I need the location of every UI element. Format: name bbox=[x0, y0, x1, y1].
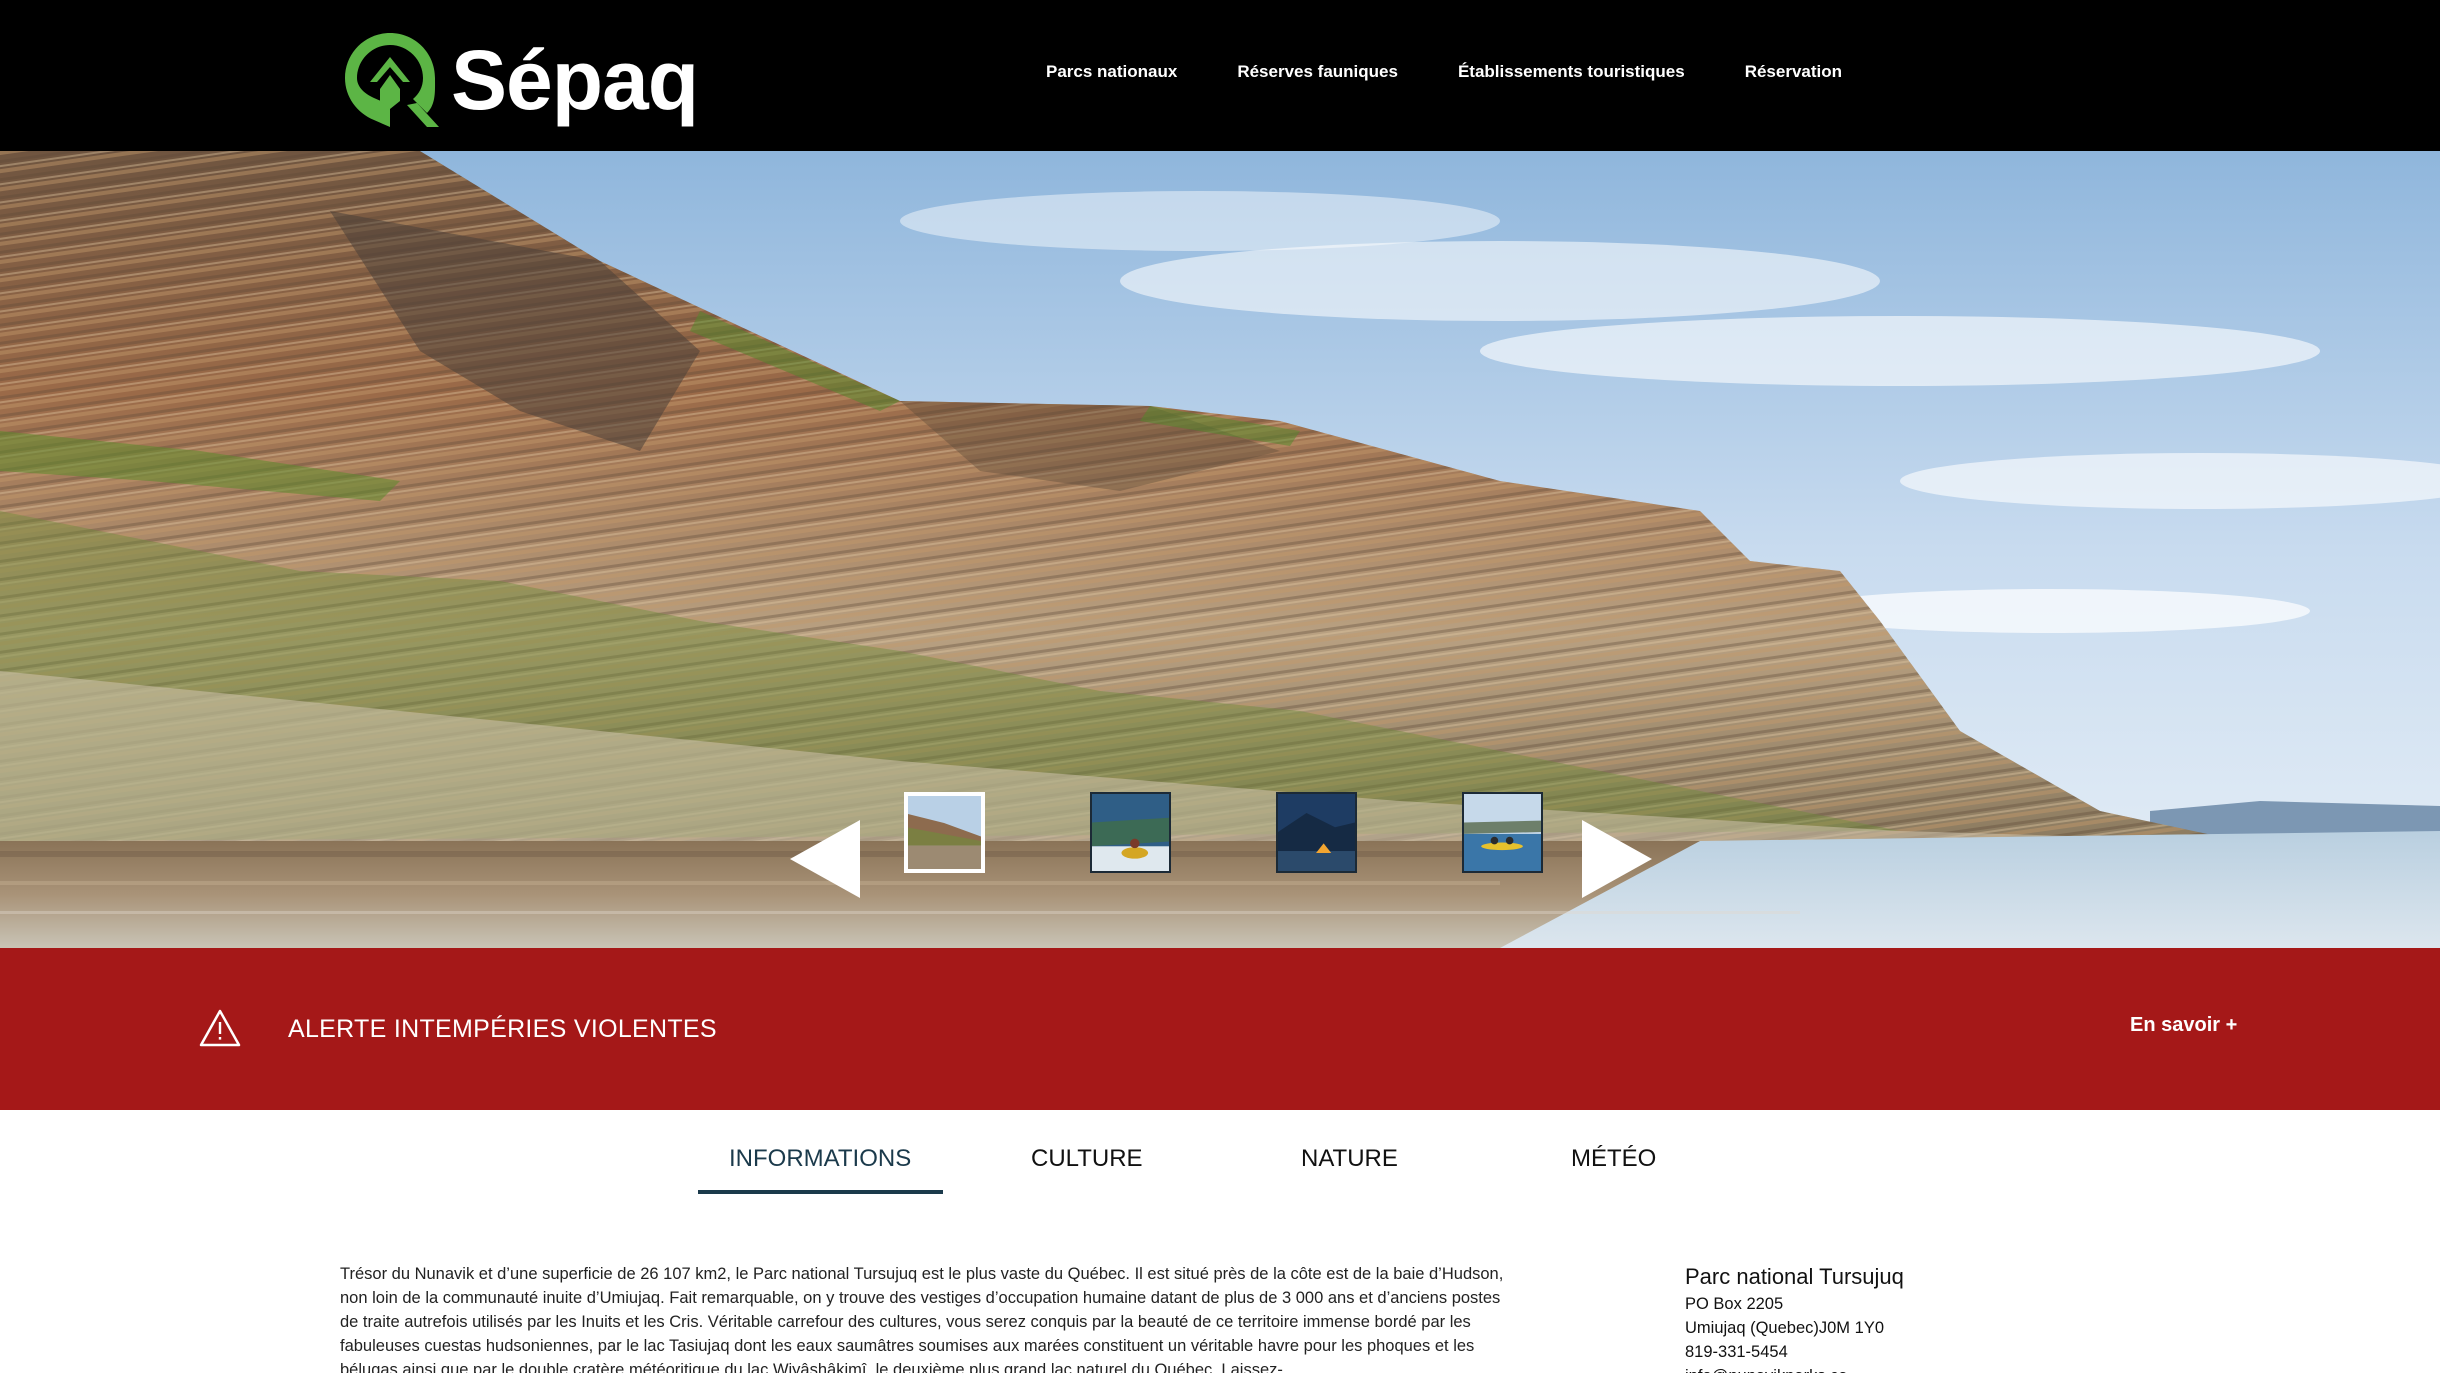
weather-alert-banner: ALERTE INTEMPÉRIES VIOLENTES En savoir + bbox=[0, 948, 2440, 1110]
contact-po-box: PO Box 2205 bbox=[1685, 1295, 1784, 1313]
site-header: Sépaq Parcs nationaux Réserves fauniques… bbox=[0, 0, 2440, 151]
tab-informations[interactable]: INFORMATIONS bbox=[729, 1145, 911, 1173]
thumb-tent-night-image bbox=[1278, 794, 1355, 871]
nav-etablissements-touristiques[interactable]: Établissements touristiques bbox=[1458, 62, 1685, 82]
thumb-cliffs-lake-image bbox=[908, 796, 981, 869]
contact-email[interactable]: info@nunavikparks.ca bbox=[1685, 1364, 2085, 1373]
main-nav: Parcs nationaux Réserves fauniques Établ… bbox=[1046, 62, 1902, 82]
sepaq-logo[interactable]: Sépaq bbox=[337, 26, 699, 134]
carousel-prev-arrow[interactable] bbox=[790, 820, 860, 898]
contact-address: Umiujaq (Quebec)J0M 1Y0 bbox=[1685, 1319, 1884, 1337]
carousel-next-arrow[interactable] bbox=[1582, 820, 1652, 898]
nav-reserves-fauniques[interactable]: Réserves fauniques bbox=[1237, 62, 1398, 82]
thumb-kayak-rapids-image bbox=[1092, 794, 1169, 871]
carousel-thumb-1[interactable] bbox=[904, 792, 985, 873]
tab-nature[interactable]: NATURE bbox=[1301, 1145, 1398, 1173]
thumb-kayak-blue-image bbox=[1464, 794, 1541, 871]
brand-name: Sépaq bbox=[451, 33, 699, 127]
contact-card: Parc national Tursujuq PO Box 2205 Umiuj… bbox=[1685, 1262, 2085, 1373]
tab-meteo[interactable]: MÉTÉO bbox=[1571, 1145, 1656, 1173]
contact-park-name: Parc national Tursujuq bbox=[1685, 1264, 1904, 1289]
hero-banner bbox=[0, 151, 2440, 948]
alert-learn-more-link[interactable]: En savoir + bbox=[2130, 1014, 2237, 1037]
sepaq-logo-icon bbox=[345, 33, 439, 127]
park-description: Trésor du Nunavik et d’une superficie de… bbox=[340, 1265, 1504, 1373]
carousel-thumb-4[interactable] bbox=[1462, 792, 1543, 873]
contact-phone[interactable]: 819-331-5454 bbox=[1685, 1340, 2085, 1364]
active-tab-indicator bbox=[698, 1190, 943, 1194]
warning-icon bbox=[199, 1009, 241, 1047]
content-tabs: INFORMATIONS CULTURE NATURE MÉTÉO bbox=[0, 1110, 2440, 1200]
alert-message: ALERTE INTEMPÉRIES VIOLENTES bbox=[288, 1015, 717, 1043]
hero-image bbox=[0, 151, 2440, 948]
page: Sépaq Parcs nationaux Réserves fauniques… bbox=[0, 0, 2440, 1373]
nav-parcs-nationaux[interactable]: Parcs nationaux bbox=[1046, 62, 1177, 82]
carousel-thumb-3[interactable] bbox=[1276, 792, 1357, 873]
carousel-thumb-2[interactable] bbox=[1090, 792, 1171, 873]
tab-culture[interactable]: CULTURE bbox=[1031, 1145, 1143, 1173]
nav-reservation[interactable]: Réservation bbox=[1745, 62, 1842, 82]
